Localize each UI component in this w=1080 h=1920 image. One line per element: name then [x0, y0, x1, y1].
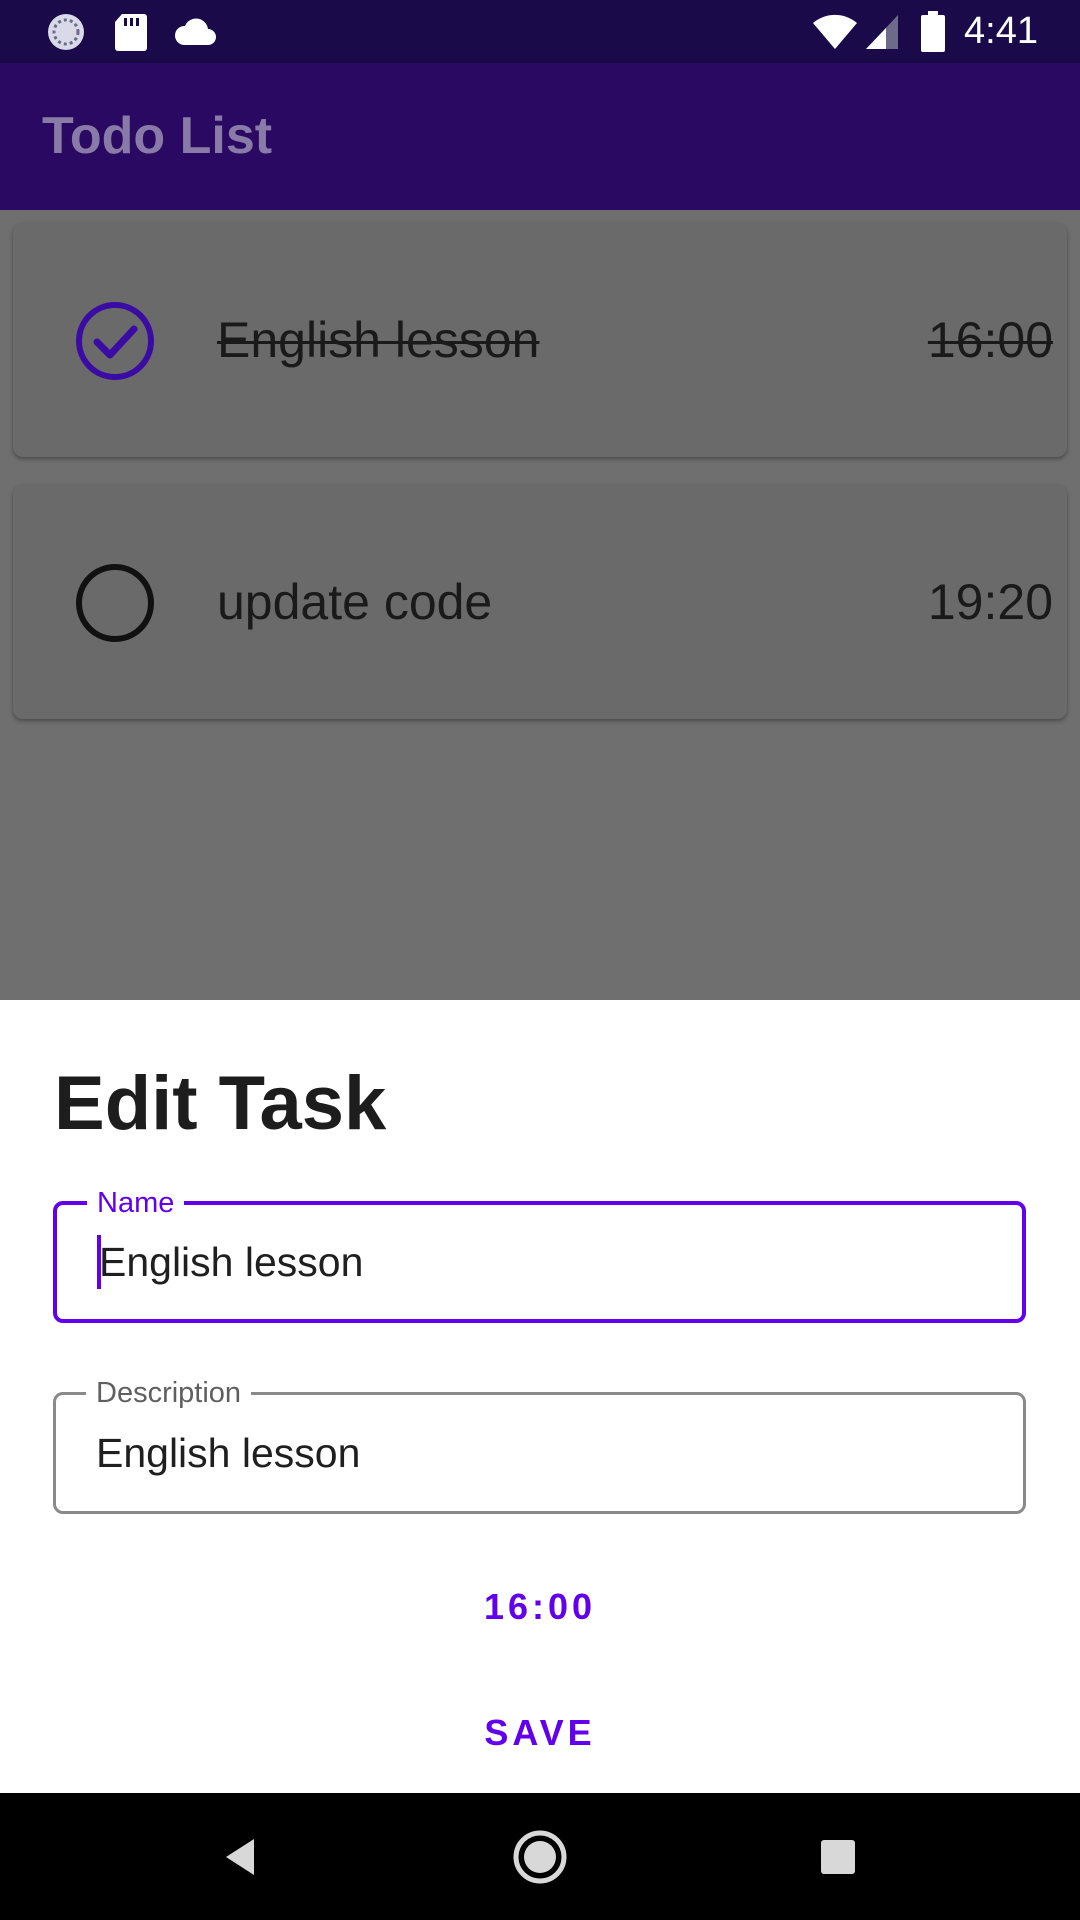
sd-card-icon — [114, 0, 148, 63]
task-time: 19:20 — [927, 574, 1053, 630]
navigation-bar — [0, 1793, 1080, 1920]
task-time: 16:00 — [927, 312, 1053, 368]
battery-icon — [920, 0, 946, 63]
cloud-icon — [172, 0, 216, 63]
checked-circle-icon[interactable] — [75, 301, 155, 381]
task-card[interactable]: English lesson 16:00 — [13, 223, 1067, 457]
app-bar: Todo List — [0, 63, 1080, 210]
task-card[interactable]: update code 19:20 — [13, 485, 1067, 719]
name-input-value[interactable]: English lesson — [99, 1239, 363, 1286]
save-button[interactable]: SAVE — [0, 1712, 1080, 1754]
time-picker-button[interactable]: 16:00 — [0, 1586, 1080, 1628]
status-bar: 4:41 — [0, 0, 1080, 63]
recents-icon[interactable] — [820, 1793, 856, 1920]
edit-task-dialog: Edit Task Name English lesson Descriptio… — [0, 1000, 1080, 1793]
name-field-value-wrap[interactable]: English lesson — [97, 1205, 363, 1319]
task-name: update code — [217, 574, 493, 630]
dialog-title: Edit Task — [54, 1061, 387, 1146]
app-title: Todo List — [42, 107, 273, 165]
task-list: English lesson 16:00 update code 19:20 — [0, 210, 1080, 1000]
name-field[interactable]: Name English lesson — [53, 1183, 1026, 1323]
wifi-icon — [812, 0, 858, 63]
description-input-value[interactable]: English lesson — [96, 1430, 360, 1477]
signal-icon — [864, 0, 900, 63]
description-field[interactable]: Description English lesson — [53, 1373, 1026, 1514]
description-field-value-wrap[interactable]: English lesson — [96, 1395, 360, 1511]
status-time: 4:41 — [964, 10, 1038, 52]
back-icon[interactable] — [222, 1793, 258, 1920]
sync-icon — [46, 0, 86, 63]
unchecked-circle-icon[interactable] — [75, 563, 155, 643]
task-name: English lesson — [217, 312, 540, 368]
home-icon[interactable] — [512, 1793, 568, 1920]
